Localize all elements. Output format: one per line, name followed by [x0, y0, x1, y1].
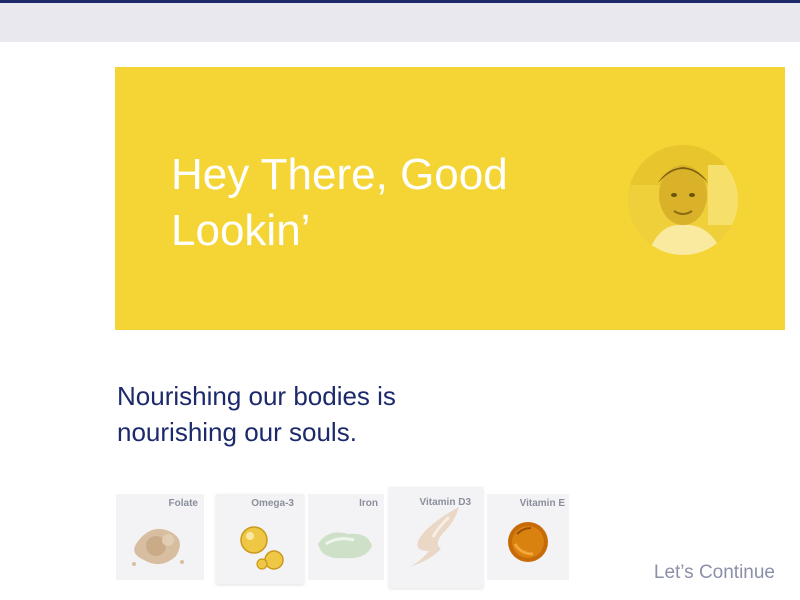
nutrient-label: Folate [168, 498, 198, 509]
avatar [628, 145, 738, 255]
nutrient-tile-omega-3[interactable]: Omega-3 [216, 494, 304, 584]
nutrient-tile-vitamin-e[interactable]: Vitamin E [487, 494, 569, 580]
nutrient-label: Omega-3 [251, 498, 294, 509]
tagline: Nourishing our bodies is nourishing our … [117, 381, 396, 447]
hero-banner: Hey There, Good Lookin’ [115, 67, 785, 330]
nutrient-label: Vitamin D3 [419, 497, 472, 508]
continue-button[interactable]: Let’s Continue [654, 562, 775, 584]
nutrient-label: Iron [359, 498, 378, 509]
hero-title: Hey There, Good Lookin’ [171, 150, 508, 255]
nutrient-tile-iron[interactable]: Iron [308, 494, 384, 580]
nutrient-label: Vitamin E [519, 498, 565, 509]
nutrient-tile-vitamin-d3[interactable]: Vitamin D3 [389, 487, 483, 588]
top-bar [0, 0, 800, 42]
nutrient-tile-folate[interactable]: Folate [116, 494, 204, 580]
